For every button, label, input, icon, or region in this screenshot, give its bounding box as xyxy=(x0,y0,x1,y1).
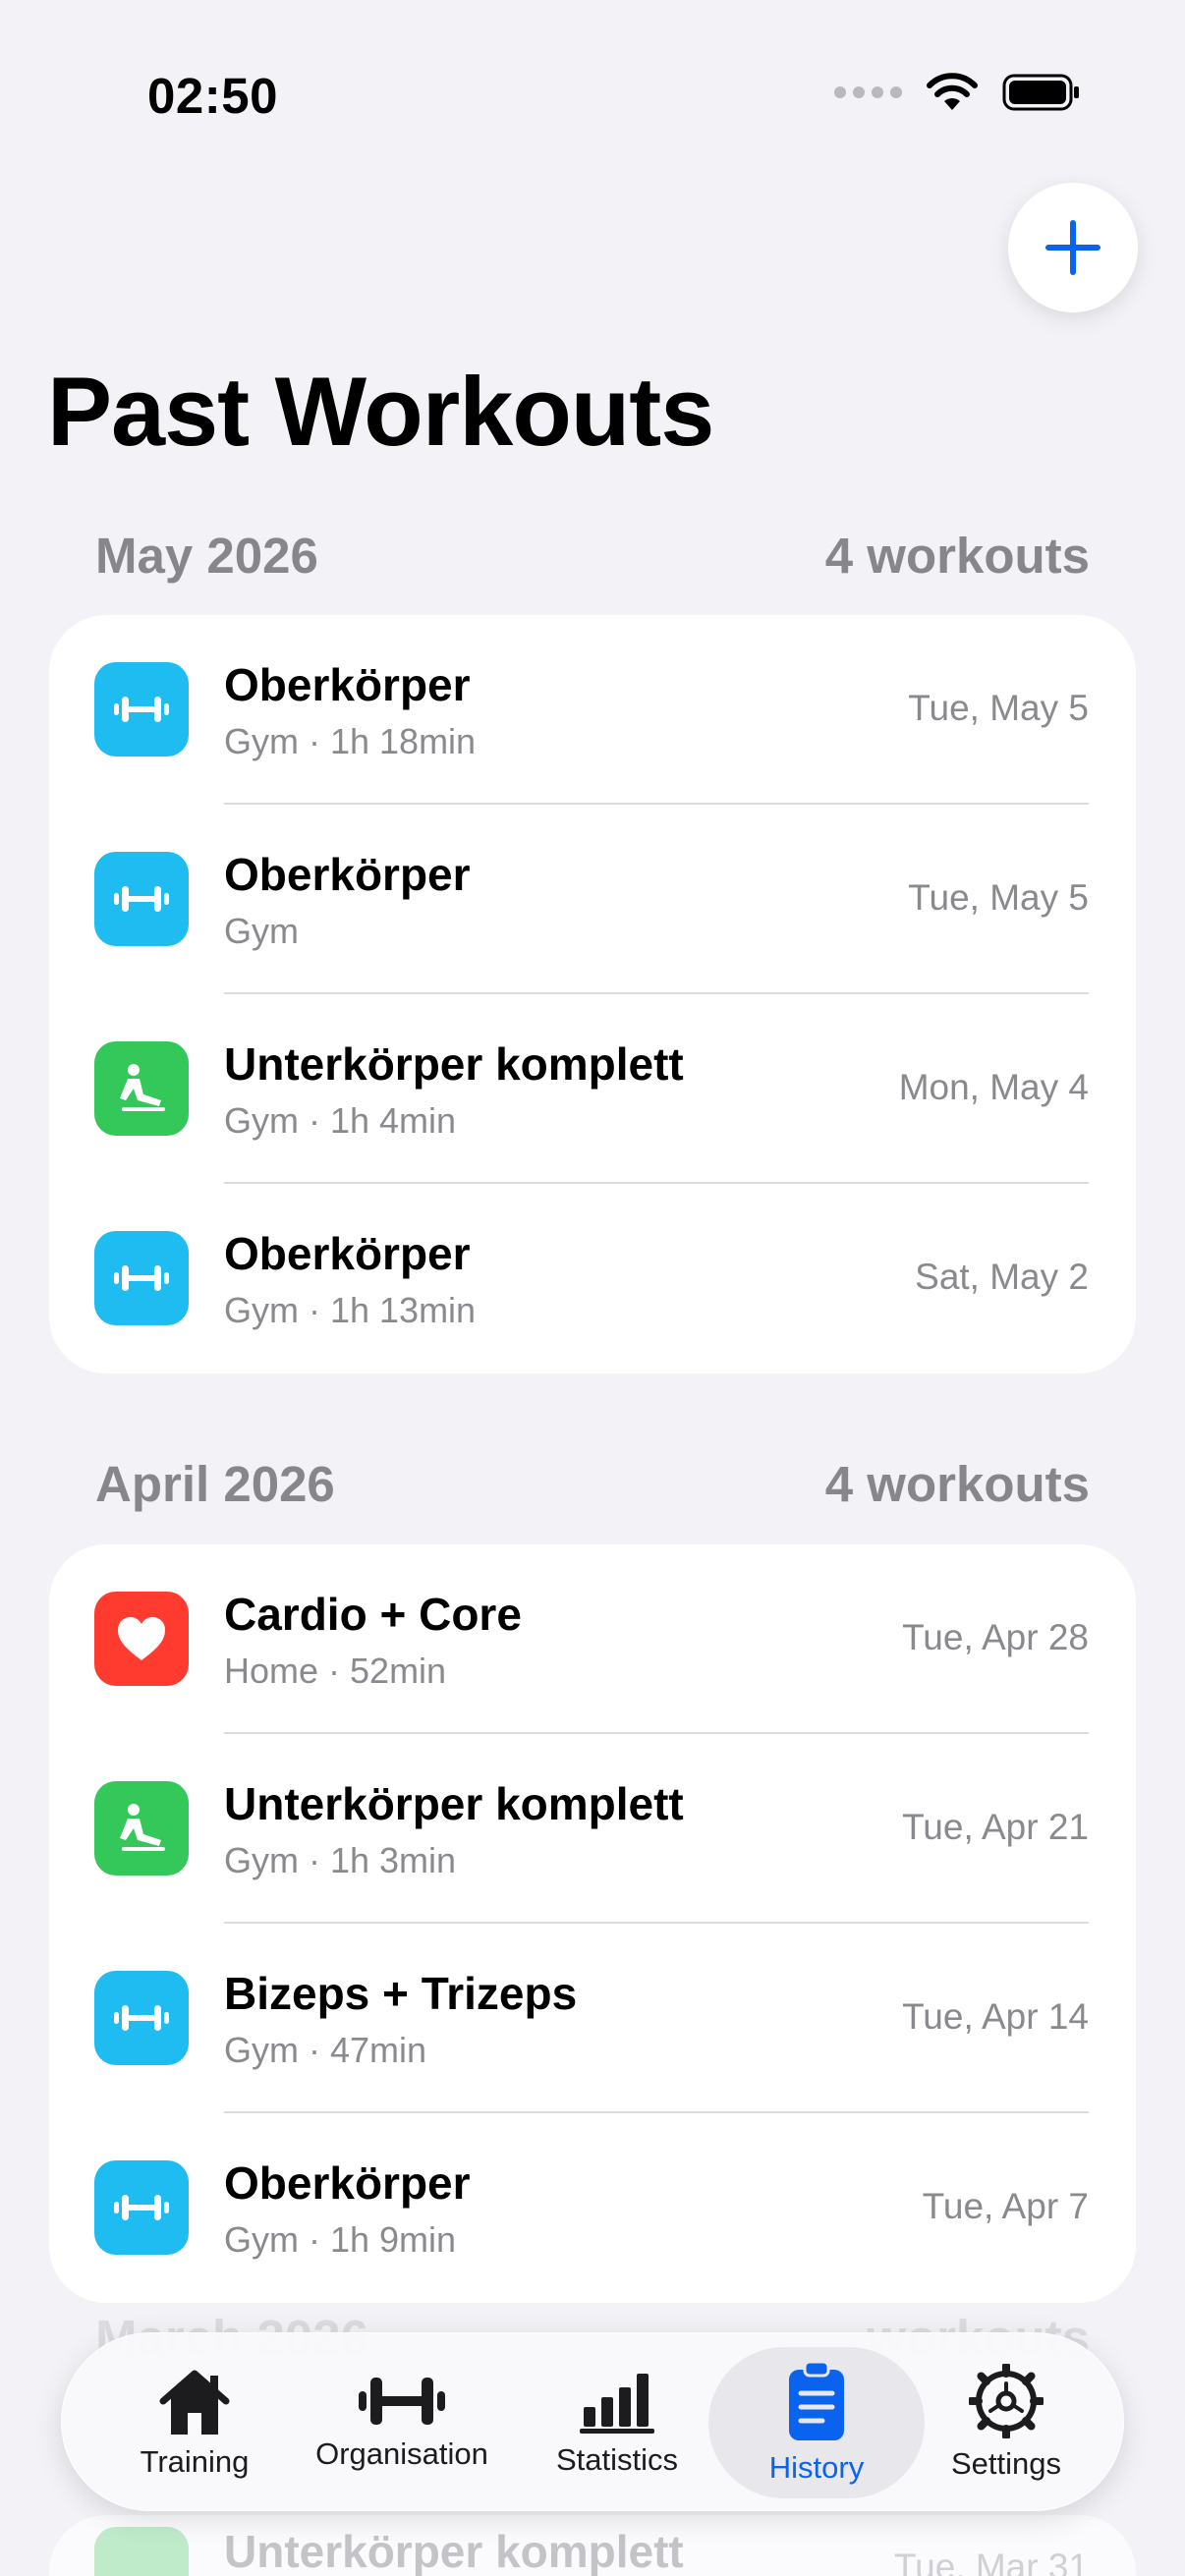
workout-title: Oberkörper xyxy=(224,849,471,900)
tab-label: Statistics xyxy=(555,2442,679,2477)
tab-organisation[interactable]: Organisation xyxy=(294,2333,510,2512)
workout-row[interactable]: Oberkörper Gym · 1h 9min Tue, Apr 7 xyxy=(49,2113,1136,2303)
bar-chart-icon xyxy=(580,2374,654,2434)
tab-training[interactable]: Training xyxy=(101,2333,288,2512)
dumbbell-icon xyxy=(94,2160,189,2255)
workout-row[interactable]: Cardio + Core Home · 52min Tue, Apr 28 xyxy=(49,1544,1136,1734)
section-header-april: April 2026 4 workouts xyxy=(95,1455,1090,1513)
tab-label: History xyxy=(768,2450,865,2485)
tab-bar: Training Organisation Statistics History xyxy=(61,2332,1124,2511)
dumbbell-icon xyxy=(94,1231,189,1325)
tab-label: Settings xyxy=(950,2446,1061,2481)
workout-subtitle: Gym · 1h 13min xyxy=(224,1290,477,1330)
workout-row[interactable]: Unterkörper komplett Gym · 1h 3min Tue, … xyxy=(49,1734,1136,1924)
dumbbell-icon xyxy=(94,662,189,756)
workout-list-april: Cardio + Core Home · 52min Tue, Apr 28 U… xyxy=(49,1544,1136,2303)
workout-date: Tue, Apr 7 xyxy=(922,2186,1089,2226)
workout-title: Unterkörper komplett xyxy=(224,2526,684,2576)
status-icons xyxy=(834,73,1081,112)
workout-title: Oberkörper xyxy=(224,1228,471,1279)
tab-label: Training xyxy=(140,2444,250,2479)
workout-subtitle: Gym · 1h 18min xyxy=(224,721,477,761)
workout-date: Mon, May 4 xyxy=(898,1067,1089,1107)
workout-row[interactable]: Unterkörper komplett Gym · 1h 4min Mon, … xyxy=(49,994,1136,1184)
page-title: Past Workouts xyxy=(47,357,714,466)
tab-history[interactable]: History xyxy=(718,2333,915,2512)
dumbbell-icon xyxy=(94,1971,189,2065)
workout-title: Unterkörper komplett xyxy=(224,1038,684,1090)
workout-title: Oberkörper xyxy=(224,2157,471,2209)
workout-date: Tue, Apr 21 xyxy=(902,1807,1089,1847)
workout-title: Bizeps + Trizeps xyxy=(224,1968,578,2019)
workout-row[interactable]: Oberkörper Gym · 1h 18min Tue, May 5 xyxy=(49,615,1136,805)
workout-date: Tue, May 5 xyxy=(908,877,1089,918)
section-count: 4 workouts xyxy=(824,1456,1090,1512)
tab-statistics[interactable]: Statistics xyxy=(524,2333,710,2512)
workout-subtitle: Gym xyxy=(224,911,299,951)
workout-title: Oberkörper xyxy=(224,659,471,710)
workout-date: Tue, Mar 31 xyxy=(893,2547,1089,2576)
clipboard-icon xyxy=(789,2360,844,2440)
workout-subtitle: Home · 52min xyxy=(224,1651,447,1691)
workout-subtitle: Gym · 1h 9min xyxy=(224,2219,457,2260)
workout-row[interactable]: Bizeps + Trizeps Gym · 47min Tue, Apr 14 xyxy=(49,1924,1136,2113)
workout-date: Sat, May 2 xyxy=(915,1257,1089,1297)
house-icon xyxy=(159,2370,230,2435)
plus-icon xyxy=(1045,220,1100,275)
workout-date: Tue, Apr 28 xyxy=(902,1617,1089,1657)
gear-icon xyxy=(969,2364,1044,2438)
tab-label: Organisation xyxy=(315,2436,488,2471)
status-time: 02:50 xyxy=(147,68,278,124)
dumbbell-icon xyxy=(359,2378,445,2425)
cellular-signal-icon xyxy=(834,86,902,98)
section-header-may: May 2026 4 workouts xyxy=(95,527,1090,585)
heart-icon xyxy=(94,1592,189,1686)
add-workout-button[interactable] xyxy=(1008,183,1138,312)
workout-title: Unterkörper komplett xyxy=(224,1778,684,1829)
workout-subtitle: Gym · 1h 4min xyxy=(224,1100,457,1141)
stretch-icon xyxy=(94,2527,189,2576)
tab-settings[interactable]: Settings xyxy=(923,2333,1090,2512)
stretch-icon xyxy=(94,1041,189,1136)
stretch-icon xyxy=(94,1781,189,1876)
wifi-icon xyxy=(927,73,978,110)
section-month: April 2026 xyxy=(95,1456,335,1512)
section-count: 4 workouts xyxy=(824,528,1090,584)
dumbbell-icon xyxy=(94,852,189,946)
workout-row[interactable]: Oberkörper Gym · 1h 13min Sat, May 2 xyxy=(49,1184,1136,1373)
workout-subtitle: Gym · 47min xyxy=(224,2030,427,2070)
battery-icon xyxy=(1002,74,1079,111)
workout-date: Tue, May 5 xyxy=(908,688,1089,728)
section-month: May 2026 xyxy=(95,528,318,584)
workout-list-may: Oberkörper Gym · 1h 18min Tue, May 5 Obe… xyxy=(49,615,1136,1373)
screen: 02:50 Past Workouts May 2026 4 workouts … xyxy=(0,0,1185,2576)
workout-row[interactable]: Oberkörper Gym Tue, May 5 xyxy=(49,805,1136,994)
workout-title: Cardio + Core xyxy=(224,1589,522,1640)
workout-subtitle: Gym · 1h 3min xyxy=(224,1840,457,1880)
workout-date: Tue, Apr 14 xyxy=(902,1996,1089,2037)
